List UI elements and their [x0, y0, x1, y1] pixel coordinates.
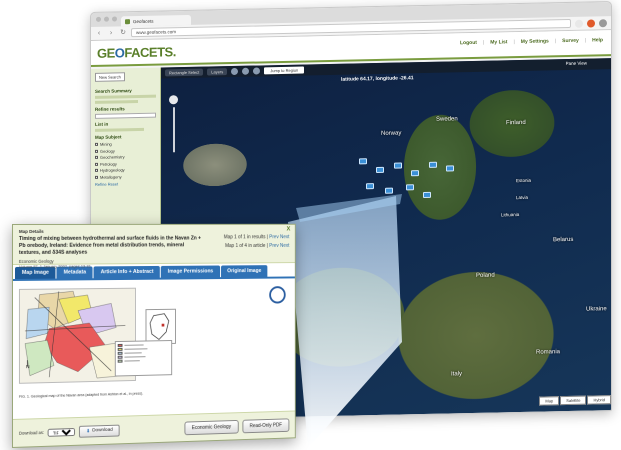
- map-label-belarus: Belarus: [553, 236, 574, 244]
- popup-section-title: Map Details: [18, 228, 44, 234]
- top-links: Logout | My List | My Settings | Survey | He…: [459, 37, 603, 47]
- geofacets-logo[interactable]: GEOFACETS.: [97, 44, 176, 61]
- map-label-finland: Finland: [506, 119, 526, 127]
- browser-tab[interactable]: Geofacets: [121, 14, 191, 27]
- reload-icon[interactable]: ↻: [119, 29, 127, 37]
- subject-checkbox[interactable]: Mining: [95, 141, 156, 147]
- map-label-italy: Italy: [451, 371, 463, 378]
- result-navigation: Map 1 of 1 in results | Prev Next: [223, 234, 290, 241]
- map-label-sweden: Sweden: [436, 116, 458, 123]
- map-type-hybrid[interactable]: Hybrid: [587, 395, 611, 405]
- refine-input[interactable]: [95, 112, 156, 119]
- favicon-icon: [125, 18, 130, 24]
- figure-caption: FIG. 1. Geological map of the Navan area…: [18, 391, 144, 399]
- map-type-map[interactable]: Map: [539, 396, 560, 406]
- article-title: Timing of mixing between hydrothermal an…: [18, 235, 201, 256]
- svg-text:N: N: [26, 364, 30, 370]
- region-select[interactable]: Jump to Region: [264, 66, 305, 75]
- download-button[interactable]: ⬇ Download: [79, 424, 120, 438]
- window-controls[interactable]: [96, 16, 117, 22]
- map-label-latvia: Latvia: [516, 194, 529, 201]
- subject-checkbox[interactable]: Hydrogeology: [95, 167, 156, 173]
- help-link[interactable]: Help: [592, 37, 603, 43]
- menu-icon[interactable]: [599, 18, 607, 27]
- subject-checkbox[interactable]: Geology: [95, 147, 156, 153]
- popup-header: Map Details Timing of mixing between hyd…: [12, 224, 295, 269]
- map-label-ukraine: Ukraine: [586, 306, 607, 313]
- back-icon[interactable]: ‹: [95, 29, 103, 37]
- society-seal-icon: [269, 286, 286, 304]
- map-label-romania: Romania: [536, 349, 561, 356]
- refine-heading: Refine results: [95, 106, 125, 112]
- map-marker[interactable]: [429, 161, 437, 168]
- map-label-poland: Poland: [476, 272, 495, 279]
- map-type-satellite[interactable]: Satellite: [560, 395, 587, 406]
- rectangle-select-tool[interactable]: Rectangle Select: [165, 68, 204, 77]
- map-marker[interactable]: [394, 162, 402, 169]
- layers-tool[interactable]: Layers: [207, 68, 228, 76]
- logout-link[interactable]: Logout: [460, 40, 477, 46]
- search-summary-heading: Search Summary: [95, 88, 132, 94]
- zoom-out-tool-icon[interactable]: [242, 67, 250, 75]
- map-label-estonia: Estonia: [516, 177, 532, 184]
- result-prev-next-link[interactable]: Prev Next: [269, 234, 289, 240]
- map-detail-popup: Map Details Timing of mixing between hyd…: [12, 223, 296, 448]
- download-as-label: Download as:: [18, 429, 45, 436]
- survey-link[interactable]: Survey: [562, 38, 579, 44]
- article-navigation: Map 1 of 4 in article | Prev Next: [225, 242, 290, 250]
- zoom-in-tool-icon[interactable]: [231, 67, 239, 76]
- map-marker[interactable]: [406, 184, 414, 191]
- map-subject-heading: Map Subject: [95, 134, 122, 140]
- map-type-switcher: Map Satellite Hybrid: [539, 395, 611, 406]
- map-image-panel: N FIG. 1. Geological map of the Navan ar…: [12, 276, 295, 409]
- subject-checkbox[interactable]: Metallogeny: [95, 173, 156, 179]
- list-in-heading: List in: [95, 121, 109, 127]
- star-icon[interactable]: [575, 19, 583, 28]
- new-search-button[interactable]: New Search: [95, 72, 125, 82]
- pan-tool-icon[interactable]: [253, 67, 261, 75]
- my-list-link[interactable]: My List: [490, 39, 507, 45]
- read-only-pdf-button[interactable]: Read-Only PDF: [242, 417, 290, 433]
- map-label-norway: Norway: [381, 130, 402, 137]
- map-marker[interactable]: [376, 166, 384, 174]
- journal-button[interactable]: Economic Geology: [184, 419, 239, 435]
- reset-link[interactable]: Reset: [108, 181, 118, 186]
- subject-checkbox[interactable]: Geochemistry: [95, 154, 156, 160]
- pane-view-label[interactable]: Pane View: [566, 61, 587, 66]
- article-prev-next-link[interactable]: Prev Next: [269, 243, 289, 249]
- popup-footer: Download as: TIFF ⬇ Download Economic Ge…: [12, 410, 295, 447]
- close-icon[interactable]: X: [287, 227, 291, 233]
- browser-tab-title: Geofacets: [133, 18, 154, 24]
- map-marker[interactable]: [385, 187, 393, 194]
- pan-control-icon[interactable]: [169, 95, 178, 105]
- my-settings-link[interactable]: My Settings: [521, 38, 549, 45]
- map-label-lithuania: Lithuania: [501, 212, 520, 218]
- map-marker[interactable]: [446, 165, 454, 172]
- download-format-select[interactable]: TIFF: [47, 427, 76, 437]
- zoom-slider[interactable]: [173, 107, 175, 153]
- coordinate-readout: latitude 64.17, longitude -26.41: [341, 75, 414, 83]
- download-icon: ⬇: [86, 428, 91, 435]
- map-marker[interactable]: [359, 158, 367, 165]
- subject-checkbox[interactable]: Petrology: [95, 160, 156, 166]
- map-marker[interactable]: [423, 191, 431, 199]
- refine-link[interactable]: Refine: [95, 181, 107, 186]
- map-marker[interactable]: [411, 170, 419, 177]
- map-marker[interactable]: [366, 183, 374, 190]
- forward-icon[interactable]: ›: [107, 29, 115, 37]
- extension-icon[interactable]: [587, 18, 595, 28]
- map-legend: [114, 340, 173, 377]
